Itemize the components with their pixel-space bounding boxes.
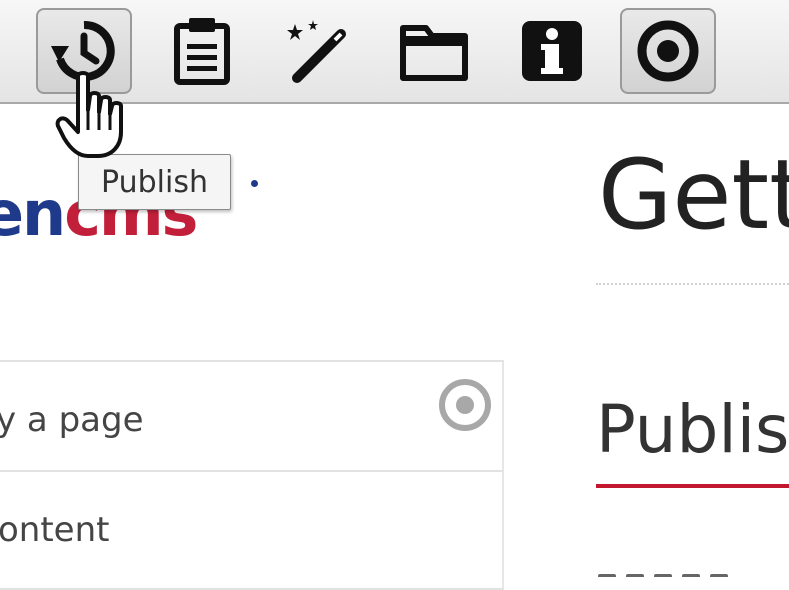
target-button[interactable] (620, 8, 716, 94)
info-button[interactable] (504, 8, 600, 94)
logo-part-1: en (0, 177, 66, 250)
hand-cursor-icon (54, 70, 132, 167)
cut-off-text-line (598, 568, 788, 577)
clipboard-button[interactable] (154, 8, 250, 94)
target-icon (637, 20, 699, 82)
section-underline (596, 484, 789, 488)
target-icon[interactable] (436, 376, 494, 439)
panel-row-label: y a page (0, 400, 144, 440)
folder-icon (400, 25, 468, 81)
magic-wand-icon (287, 20, 346, 83)
panel-row-page[interactable]: y a page (0, 362, 502, 472)
logo-dot (251, 180, 258, 187)
section-heading: Publis (596, 391, 789, 468)
clipboard-icon (174, 18, 230, 85)
folder-button[interactable] (386, 8, 482, 94)
info-icon (522, 21, 582, 81)
magic-wand-button[interactable] (270, 8, 366, 94)
title-divider (596, 283, 789, 285)
panel-row-content-label[interactable]: ontent (0, 510, 109, 550)
page-title: Gett (598, 139, 789, 251)
content-panel: y a page ontent (0, 360, 504, 590)
